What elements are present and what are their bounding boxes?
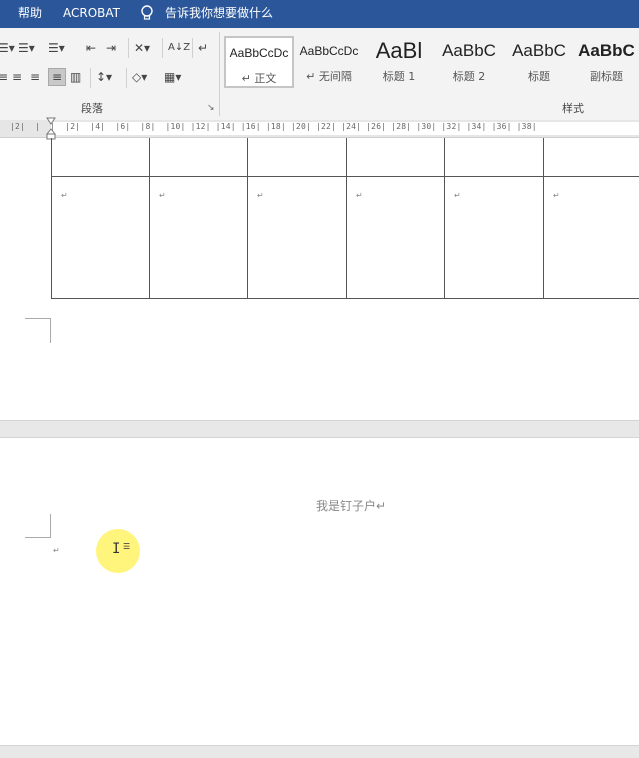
style-normal[interactable]: AaBbCcDc ↵ 正文 xyxy=(224,36,294,88)
line-spacing-icon[interactable]: ↕▾ xyxy=(96,69,112,85)
style-subtitle[interactable]: AaBbC 副标题 xyxy=(574,36,639,88)
paragraph-dialog-launcher-icon[interactable]: ↘ xyxy=(207,103,215,113)
menu-help[interactable]: 帮助 xyxy=(18,0,42,28)
table-row xyxy=(52,138,639,177)
table-cell[interactable] xyxy=(52,138,150,177)
align-center-icon[interactable]: ≡ xyxy=(12,69,22,85)
justify-button[interactable]: ≡ xyxy=(48,68,66,86)
table-cell[interactable] xyxy=(544,138,639,177)
document-table: ↵ ↵ ↵ ↵ ↵ ↵ xyxy=(51,138,639,299)
style-preview: AaBl xyxy=(364,38,434,64)
tell-me-search[interactable]: 告诉我你想要做什么 xyxy=(165,0,273,28)
style-name: 副标题 xyxy=(574,68,639,84)
table-cell[interactable] xyxy=(248,138,347,177)
paragraph-mark: ↵ xyxy=(61,191,68,200)
paragraph-mark: ↵ xyxy=(356,191,363,200)
paragraph-mark: ↵ xyxy=(159,191,166,200)
increase-indent-icon[interactable]: ⇥ xyxy=(106,40,116,56)
style-preview: AaBbC xyxy=(434,41,504,61)
align-justify-icon: ≡ xyxy=(52,69,62,85)
table-cell[interactable] xyxy=(445,138,544,177)
table-cell[interactable]: ↵ xyxy=(445,177,544,299)
margin-corner-mark xyxy=(25,514,51,538)
table-cell[interactable] xyxy=(150,138,248,177)
paragraph-group-label: 段落 xyxy=(81,100,103,116)
style-name: 标题 2 xyxy=(434,68,504,84)
multilevel-list-icon[interactable]: ☰▾ xyxy=(48,40,65,56)
horizontal-ruler[interactable]: |2| | | |2| |4| |6| |8| |10| |12| |14| |… xyxy=(0,120,639,138)
bullets-icon[interactable]: ☰▾ xyxy=(0,40,15,56)
paragraph-mark: ↵ xyxy=(454,191,461,200)
style-preview: AaBbC xyxy=(574,41,639,61)
paragraph-mark: ↵ xyxy=(257,191,264,200)
table-cell[interactable]: ↵ xyxy=(52,177,150,299)
ribbon: ☰▾ ☰▾ ☰▾ ⇤ ⇥ ✕▾ A↓Z ↵ ≡ ≡ ≡ ≡ ▥ ↕▾ ◇▾ ▦▾… xyxy=(0,28,639,121)
style-preview: AaBbCcDc xyxy=(226,46,292,60)
table-cell[interactable]: ↵ xyxy=(150,177,248,299)
click-type-paragraph-icon: ☰ xyxy=(123,542,130,551)
align-right-icon[interactable]: ≡ xyxy=(30,69,40,85)
style-no-spacing[interactable]: AaBbCcDc ↵ 无间隔 xyxy=(294,36,364,88)
table-cell[interactable]: ↵ xyxy=(248,177,347,299)
paragraph-mark: ↵ xyxy=(553,191,560,200)
paragraph-mark: ↵ xyxy=(53,546,60,555)
shading-icon[interactable]: ◇▾ xyxy=(132,69,147,85)
align-left-icon[interactable]: ≡ xyxy=(0,69,8,85)
style-name: 标题 1 xyxy=(364,68,434,84)
style-preview: AaBbCcDc xyxy=(294,44,364,58)
ruler-numbers: |2| | | |2| |4| |6| |8| |10| |12| |14| |… xyxy=(10,122,537,131)
table-cell[interactable]: ↵ xyxy=(347,177,445,299)
style-name: ↵ 正文 xyxy=(226,70,292,86)
style-preview: AaBbC xyxy=(504,41,574,61)
header-text[interactable]: 我是钉子户↵ xyxy=(316,497,386,514)
style-heading-2[interactable]: AaBbC 标题 2 xyxy=(434,36,504,88)
borders-icon[interactable]: ▦▾ xyxy=(164,69,181,85)
ibeam-cursor-icon: I xyxy=(112,541,120,557)
styles-group-label: 样式 xyxy=(562,100,584,116)
lightbulb-icon[interactable] xyxy=(140,4,154,22)
style-title[interactable]: AaBbC 标题 xyxy=(504,36,574,88)
page-gap xyxy=(0,745,639,758)
sort-icon[interactable]: A↓Z xyxy=(168,40,190,56)
menu-bar: 帮助 ACROBAT 告诉我你想要做什么 xyxy=(0,0,639,28)
show-marks-icon[interactable]: ↵ xyxy=(198,40,208,56)
style-name: 标题 xyxy=(504,68,574,84)
distributed-icon[interactable]: ▥ xyxy=(70,69,81,85)
table-row: ↵ ↵ ↵ ↵ ↵ ↵ xyxy=(52,177,639,299)
numbering-icon[interactable]: ☰▾ xyxy=(18,40,35,56)
style-name: ↵ 无间隔 xyxy=(294,68,364,84)
style-heading-1[interactable]: AaBl 标题 1 xyxy=(364,36,434,88)
page-gap xyxy=(0,420,639,438)
table-cell[interactable] xyxy=(347,138,445,177)
decrease-indent-icon[interactable]: ⇤ xyxy=(86,40,96,56)
asian-layout-icon[interactable]: ✕▾ xyxy=(134,40,150,56)
menu-acrobat[interactable]: ACROBAT xyxy=(63,0,120,28)
margin-corner-mark xyxy=(25,318,51,343)
table-cell[interactable]: ↵ xyxy=(544,177,639,299)
